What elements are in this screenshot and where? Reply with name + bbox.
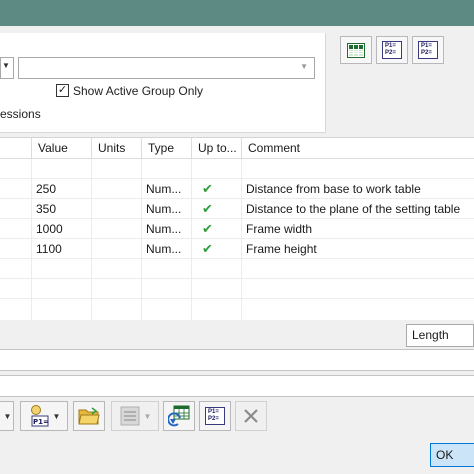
dropdown-arrow-button[interactable]: ▼: [0, 401, 14, 431]
show-active-group-label: Show Active Group Only: [73, 84, 204, 98]
table-row[interactable]: 1000 Num... ✔ Frame width: [0, 219, 474, 239]
p1-text: P1=: [385, 43, 396, 49]
p1-text: P1=: [33, 418, 49, 426]
refresh-table-button[interactable]: [163, 401, 195, 431]
filter-panel: [0, 33, 326, 133]
chevron-down-icon: ▼: [52, 411, 61, 421]
table-grid-icon: [347, 42, 365, 58]
table-refresh-icon: [168, 405, 190, 427]
list-icon: [120, 406, 140, 426]
p2-text: P2=: [385, 50, 396, 56]
cell-units[interactable]: [92, 239, 142, 259]
parameter-table: Value Units Type Up to... Comment 250 Nu…: [0, 137, 474, 321]
cell-units[interactable]: [92, 219, 142, 239]
table-row[interactable]: [0, 259, 474, 279]
expression-input[interactable]: [0, 349, 474, 371]
ok-button[interactable]: OK: [430, 443, 474, 467]
close-icon: [244, 409, 258, 423]
filter-combo[interactable]: ▼: [18, 57, 315, 79]
cell-comment[interactable]: Distance from base to work table: [242, 179, 474, 199]
chevron-down-icon: ▼: [300, 62, 308, 71]
table-row[interactable]: 350 Num... ✔ Distance to the plane of th…: [0, 199, 474, 219]
header-up-to-date[interactable]: Up to...: [192, 138, 242, 159]
list-button[interactable]: ▼: [111, 401, 159, 431]
chevron-down-icon: ▼: [3, 411, 12, 421]
p1-text: P1=: [421, 43, 432, 49]
table-row[interactable]: [0, 279, 474, 299]
table-row[interactable]: [0, 299, 474, 321]
table-row[interactable]: 1100 Num... ✔ Frame height: [0, 239, 474, 259]
table-header: Value Units Type Up to... Comment: [0, 138, 474, 159]
table-row[interactable]: 250 Num... ✔ Distance from base to work …: [0, 179, 474, 199]
expressions-label-truncated: essions: [0, 107, 41, 121]
parameter-assign-icon: P1= P2=: [382, 41, 402, 59]
checkmark-icon: ✔: [202, 241, 213, 256]
cell-comment[interactable]: Frame width: [242, 219, 474, 239]
insert-parameter-button[interactable]: P1= ▼: [20, 401, 68, 431]
table-row[interactable]: [0, 159, 474, 179]
cell-comment[interactable]: Frame height: [242, 239, 474, 259]
cell-value[interactable]: 1100: [32, 239, 92, 259]
p2-text: P2=: [421, 50, 432, 56]
header-comment[interactable]: Comment: [242, 138, 474, 159]
p2-text: P2=: [208, 416, 219, 422]
group-combo[interactable]: ▼: [0, 57, 14, 79]
comment-input[interactable]: [0, 375, 474, 397]
cell-type[interactable]: Num...: [142, 179, 192, 199]
delete-button[interactable]: [235, 401, 267, 431]
chevron-down-icon: ▼: [143, 411, 152, 421]
show-active-group-checkbox[interactable]: ✓: [56, 84, 69, 97]
table-export-button[interactable]: [340, 36, 372, 64]
cell-units[interactable]: [92, 179, 142, 199]
cell-up-to-date: ✔: [192, 179, 242, 199]
cell-up-to-date: ✔: [192, 239, 242, 259]
cell-value[interactable]: 1000: [32, 219, 92, 239]
p1-text: P1=: [208, 409, 219, 415]
parameter-link-icon: P1= P2=: [418, 41, 438, 59]
header-name[interactable]: [0, 138, 32, 159]
cell-type[interactable]: Num...: [142, 219, 192, 239]
cell-comment[interactable]: Distance to the plane of the setting tab…: [242, 199, 474, 219]
parameter-assign-button[interactable]: P1= P2=: [376, 36, 408, 64]
parameter-link-button[interactable]: P1= P2=: [412, 36, 444, 64]
cell-type[interactable]: Num...: [142, 239, 192, 259]
cell-up-to-date: ✔: [192, 219, 242, 239]
open-file-button[interactable]: [73, 401, 105, 431]
checkmark-icon: ✔: [202, 201, 213, 216]
cell-up-to-date: ✔: [192, 199, 242, 219]
compare-parameters-button[interactable]: P1= P2=: [199, 401, 231, 431]
title-bar: [0, 0, 474, 26]
unit-type-select[interactable]: Length: [406, 324, 474, 347]
checkmark-icon: ✔: [202, 221, 213, 236]
cell-value[interactable]: 350: [32, 199, 92, 219]
header-value[interactable]: Value: [32, 138, 92, 159]
cell-value[interactable]: 250: [32, 179, 92, 199]
chevron-down-icon: ▼: [2, 61, 10, 70]
header-units[interactable]: Units: [92, 138, 142, 159]
checkmark-icon: ✔: [202, 181, 213, 196]
parameter-function-icon: P1=: [30, 405, 49, 427]
cell-type[interactable]: Num...: [142, 199, 192, 219]
compare-parameters-icon: P1= P2=: [205, 407, 225, 425]
cell-units[interactable]: [92, 199, 142, 219]
header-type[interactable]: Type: [142, 138, 192, 159]
open-folder-icon: [78, 407, 100, 425]
